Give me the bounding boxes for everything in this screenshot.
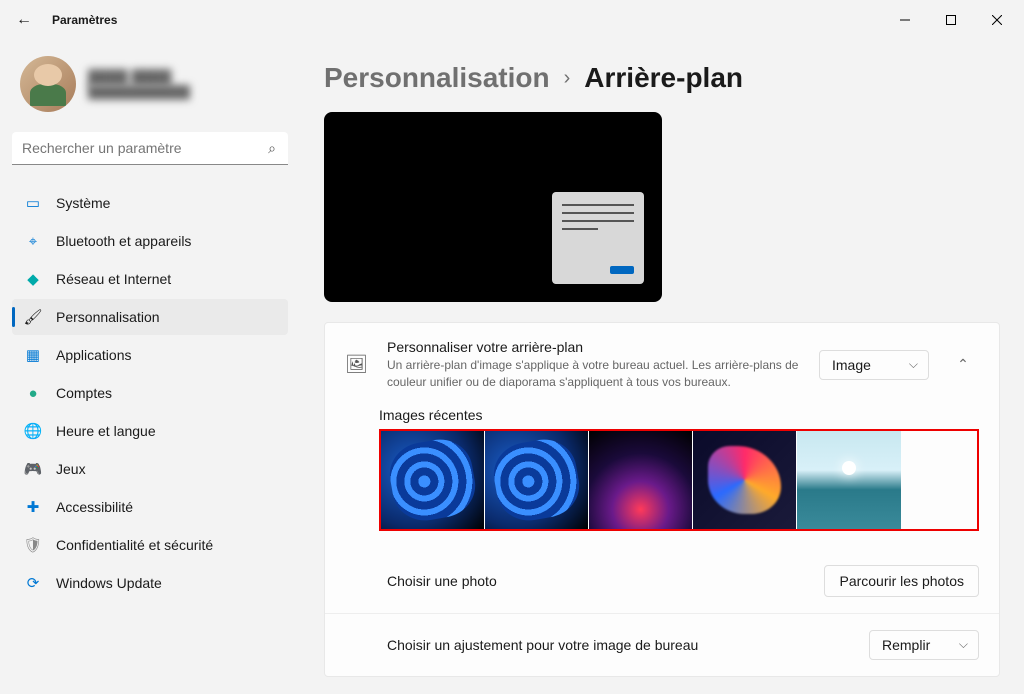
sidebar-item-label: Jeux <box>56 461 86 477</box>
fit-label: Choisir un ajustement pour votre image d… <box>387 637 851 653</box>
preview-window <box>552 192 644 284</box>
collapse-button[interactable]: ⌃ <box>947 356 979 373</box>
sidebar-item-update[interactable]: ⟳ Windows Update <box>12 565 288 601</box>
sidebar-item-gaming[interactable]: 🎮 Jeux <box>12 451 288 487</box>
sidebar-item-privacy[interactable]: 🛡 Confidentialité et sécurité <box>12 527 288 563</box>
user-name: ████ ████ <box>88 69 190 85</box>
breadcrumb-parent[interactable]: Personnalisation <box>324 62 550 94</box>
sidebar-item-personalization[interactable]: 🖌 Personnalisation <box>12 299 288 335</box>
accessibility-icon: ✚ <box>24 498 42 516</box>
maximize-button[interactable] <box>928 0 974 40</box>
recent-image-1[interactable] <box>381 431 485 529</box>
fit-dropdown[interactable]: Remplir <box>869 630 979 660</box>
sidebar-item-label: Windows Update <box>56 575 162 591</box>
sidebar-item-label: Accessibilité <box>56 499 133 515</box>
sidebar-item-label: Personnalisation <box>56 309 160 325</box>
sidebar-item-label: Bluetooth et appareils <box>56 233 191 249</box>
gamepad-icon: 🎮 <box>24 460 42 478</box>
apps-icon: ▦ <box>24 346 42 364</box>
search-input[interactable] <box>12 132 288 165</box>
sidebar-item-label: Réseau et Internet <box>56 271 171 287</box>
sidebar-item-system[interactable]: ▭ Système <box>12 185 288 221</box>
close-button[interactable] <box>974 0 1020 40</box>
sidebar-item-network[interactable]: ◆ Réseau et Internet <box>12 261 288 297</box>
sidebar-item-label: Confidentialité et sécurité <box>56 537 213 553</box>
chevron-right-icon: › <box>564 67 571 90</box>
user-email: ████████████ <box>88 85 190 99</box>
background-type-dropdown[interactable]: Image <box>819 350 929 380</box>
recent-images-title: Images récentes <box>379 407 979 423</box>
update-icon: ⟳ <box>24 574 42 592</box>
minimize-button[interactable] <box>882 0 928 40</box>
globe-icon: 🌐 <box>24 422 42 440</box>
back-button[interactable]: ← <box>4 0 44 40</box>
recent-image-5[interactable] <box>797 431 901 529</box>
sidebar-item-bluetooth[interactable]: ⌖ Bluetooth et appareils <box>12 223 288 259</box>
recent-image-3[interactable] <box>589 431 693 529</box>
sidebar-item-label: Applications <box>56 347 132 363</box>
personalize-title: Personnaliser votre arrière-plan <box>387 339 801 355</box>
recent-image-4[interactable] <box>693 431 797 529</box>
sidebar-item-label: Heure et langue <box>56 423 156 439</box>
desktop-preview <box>324 112 662 302</box>
page-title: Arrière-plan <box>584 62 743 94</box>
browse-photos-button[interactable]: Parcourir les photos <box>824 565 979 597</box>
image-icon: 🖼 <box>345 354 369 375</box>
recent-image-2[interactable] <box>485 431 589 529</box>
avatar <box>20 56 76 112</box>
display-icon: ▭ <box>24 194 42 212</box>
sidebar-item-label: Comptes <box>56 385 112 401</box>
user-profile[interactable]: ████ ████ ████████████ <box>12 40 288 132</box>
window-title: Paramètres <box>52 13 117 27</box>
wifi-icon: ◆ <box>24 270 42 288</box>
sidebar-item-apps[interactable]: ▦ Applications <box>12 337 288 373</box>
sidebar-item-time[interactable]: 🌐 Heure et langue <box>12 413 288 449</box>
breadcrumb: Personnalisation › Arrière-plan <box>324 40 1000 112</box>
choose-photo-label: Choisir une photo <box>387 573 806 589</box>
search-icon: ⌕ <box>268 140 276 157</box>
sidebar-item-label: Système <box>56 195 110 211</box>
shield-icon: 🛡 <box>24 536 42 554</box>
sidebar-item-accounts[interactable]: ● Comptes <box>12 375 288 411</box>
person-icon: ● <box>24 384 42 402</box>
recent-images-row <box>379 429 979 531</box>
personalize-desc: Un arrière-plan d'image s'applique à vot… <box>387 357 801 391</box>
brush-icon: 🖌 <box>24 308 42 326</box>
sidebar-item-accessibility[interactable]: ✚ Accessibilité <box>12 489 288 525</box>
bluetooth-icon: ⌖ <box>24 232 42 250</box>
